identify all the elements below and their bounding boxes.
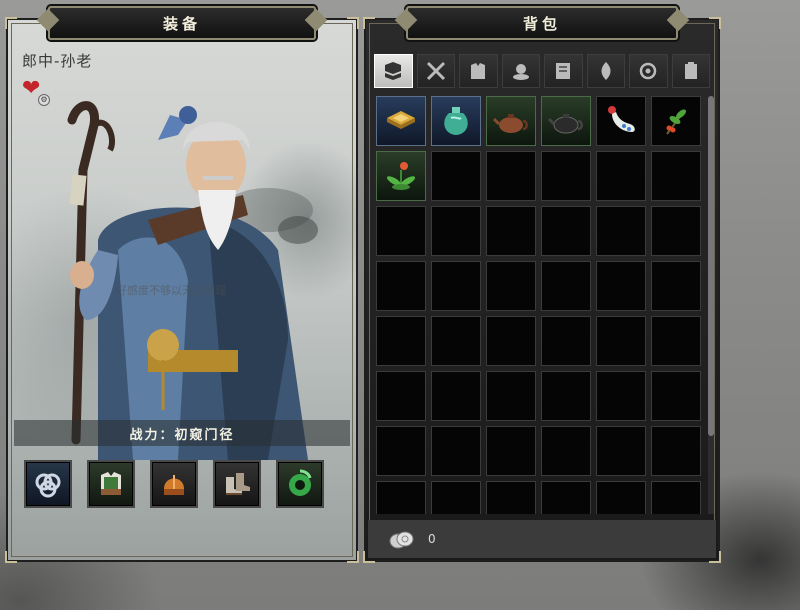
bag-slot-empty[interactable]: [486, 481, 536, 514]
bag-slot-empty[interactable]: [541, 261, 591, 311]
bag-slot[interactable]: [651, 96, 701, 146]
bag-slot-empty[interactable]: [541, 206, 591, 256]
bag-slot-empty[interactable]: [596, 426, 646, 476]
bag-slot-empty[interactable]: [486, 371, 536, 421]
jade-pendant-icon: [289, 469, 312, 496]
bag-slot-empty[interactable]: [541, 481, 591, 514]
bag-slot-empty[interactable]: [541, 426, 591, 476]
flower-herb-icon: [386, 162, 416, 190]
bag-slot-empty[interactable]: [486, 316, 536, 366]
bag-slot-empty[interactable]: [651, 426, 701, 476]
tab-quest[interactable]: [629, 54, 668, 88]
bag-slot[interactable]: [376, 151, 426, 201]
bag-slot-empty[interactable]: [431, 206, 481, 256]
equip-slot-accessory[interactable]: [276, 460, 324, 508]
bag-slot-empty[interactable]: [486, 261, 536, 311]
bag-slot-empty[interactable]: [486, 426, 536, 476]
bag-scroll-thumb[interactable]: [708, 96, 714, 436]
equip-slot-armor[interactable]: [87, 460, 135, 508]
bag-slot-empty[interactable]: [376, 371, 426, 421]
bag-slot-empty[interactable]: [431, 426, 481, 476]
bag-slot-empty[interactable]: [651, 261, 701, 311]
bag-slot-empty[interactable]: [596, 316, 646, 366]
ring-icon: [35, 473, 61, 498]
weapon-icon: [426, 61, 445, 81]
equip-slot-ring[interactable]: [24, 460, 72, 508]
tab-weapons[interactable]: [416, 54, 455, 88]
jade-vase-icon: [444, 107, 468, 135]
bag-slot-empty[interactable]: [376, 316, 426, 366]
bag-slot-empty[interactable]: [376, 426, 426, 476]
consumable-icon: [512, 64, 529, 80]
equipment-slots: [24, 460, 324, 508]
bag-slot-empty[interactable]: [376, 481, 426, 514]
bag-slot-empty[interactable]: [651, 371, 701, 421]
armor-icon: [471, 63, 486, 79]
tab-misc[interactable]: [671, 54, 710, 88]
bag-slot-empty[interactable]: [541, 316, 591, 366]
helmet-icon: [164, 475, 184, 495]
tab-all-items[interactable]: [374, 54, 413, 88]
all-items-icon: [385, 62, 402, 80]
bag-grid: [376, 96, 701, 514]
bag-slot-empty[interactable]: [596, 261, 646, 311]
bag-slot-empty[interactable]: [596, 481, 646, 514]
tab-books[interactable]: [544, 54, 583, 88]
quest-icon: [640, 62, 657, 80]
bag-slot-empty[interactable]: [596, 371, 646, 421]
book-icon: [556, 63, 571, 79]
misc-icon: [684, 62, 697, 79]
bag-slot[interactable]: [596, 96, 646, 146]
tab-armor[interactable]: [459, 54, 498, 88]
bag-slot[interactable]: [376, 96, 426, 146]
money-amount: 0: [428, 532, 436, 546]
bag-slot-empty[interactable]: [486, 151, 536, 201]
bag-slot-empty[interactable]: [651, 206, 701, 256]
character-name: 郎中-孙老: [22, 52, 93, 70]
material-icon: [601, 62, 611, 80]
bag-slot-empty[interactable]: [596, 206, 646, 256]
bag-slot-empty[interactable]: [431, 151, 481, 201]
coin-stack-icon: [389, 531, 414, 549]
bag-slot-empty[interactable]: [486, 206, 536, 256]
equip-slot-boots[interactable]: [213, 460, 261, 508]
favor-hint-text: 好感度不够以无法切理: [116, 284, 226, 297]
bag-slot[interactable]: [431, 96, 481, 146]
herb-sprig-icon: [666, 109, 686, 135]
bag-scrollbar[interactable]: [708, 96, 714, 514]
gold-tray-icon: [387, 111, 415, 129]
bag-slot-empty[interactable]: [431, 481, 481, 514]
bag-slot-empty[interactable]: [431, 316, 481, 366]
bag-slot-empty[interactable]: [651, 151, 701, 201]
bag-slot-empty[interactable]: [651, 481, 701, 514]
clay-teapot-icon: [492, 114, 528, 133]
armor-icon: [101, 472, 121, 495]
bag-slot-empty[interactable]: [376, 206, 426, 256]
bag-title: 背包: [406, 6, 678, 40]
bag-slot-empty[interactable]: [651, 316, 701, 366]
power-rating: 战力：初窥门径: [14, 420, 350, 446]
boots-icon: [226, 473, 250, 495]
bag-tabs: [374, 54, 710, 88]
bag-slot-empty[interactable]: [431, 261, 481, 311]
bag-slot-empty[interactable]: [541, 151, 591, 201]
porcelain-bottle-icon: [608, 106, 635, 132]
bag-slot-empty[interactable]: [376, 261, 426, 311]
bag-panel: 背包 0: [363, 6, 721, 563]
black-teapot-icon: [547, 114, 583, 134]
bag-footer: 0: [368, 520, 716, 558]
bag-slot-empty[interactable]: [431, 371, 481, 421]
bag-slot[interactable]: [541, 96, 591, 146]
bag-slot-empty[interactable]: [541, 371, 591, 421]
equipment-title: 装备: [48, 6, 316, 40]
tab-consumables[interactable]: [501, 54, 540, 88]
tab-materials[interactable]: [586, 54, 625, 88]
bag-slot-empty[interactable]: [596, 151, 646, 201]
equip-slot-helmet[interactable]: [150, 460, 198, 508]
equipment-panel: 装备 郎中-孙老 ❤ ⚙ 好感度不够以无法切理 战力：初窥门径: [5, 6, 359, 563]
bag-slot[interactable]: [486, 96, 536, 146]
